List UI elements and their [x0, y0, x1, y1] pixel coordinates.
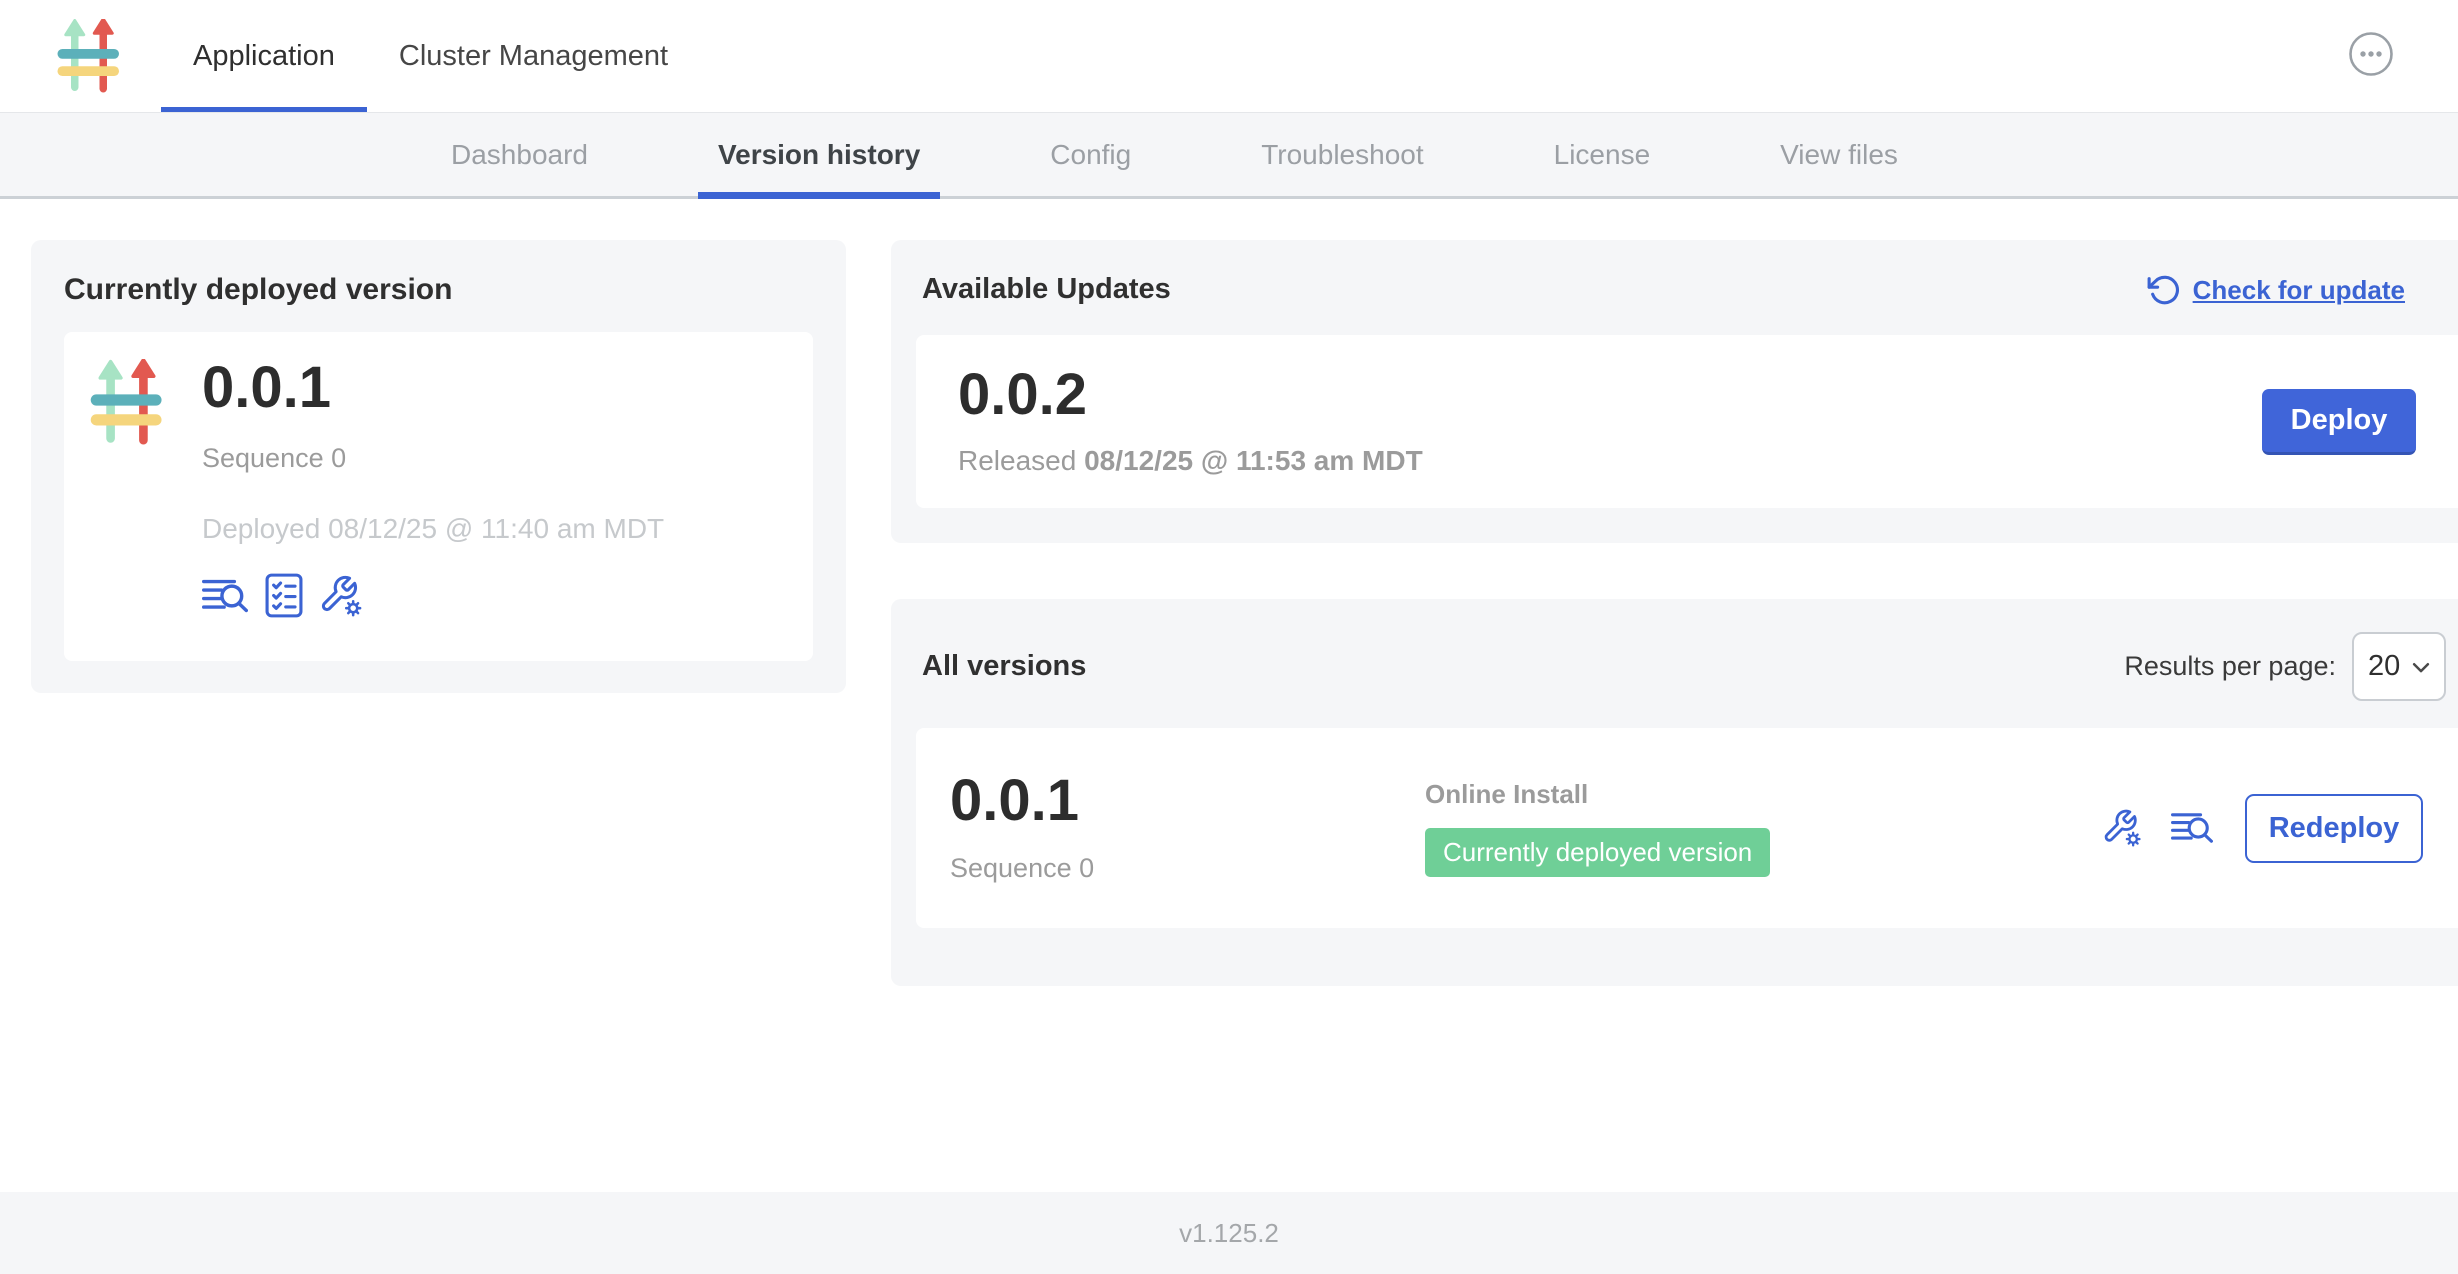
- app-logo-arrows-icon: [89, 359, 165, 447]
- redeploy-button[interactable]: Redeploy: [2245, 794, 2423, 863]
- subnav-tab-license[interactable]: License: [1534, 113, 1671, 196]
- config-wrench-icon[interactable]: [2103, 808, 2143, 848]
- subnav-tab-version-history-label: Version history: [718, 139, 920, 171]
- overflow-menu-button[interactable]: [2348, 31, 2394, 77]
- release-diff-icon[interactable]: [202, 575, 248, 617]
- app-logo: [56, 19, 122, 94]
- all-versions-title: All versions: [922, 650, 1086, 683]
- release-diff-icon[interactable]: [2171, 809, 2213, 847]
- results-per-page-value: 20: [2368, 650, 2400, 683]
- version-row-actions: Redeploy: [2103, 794, 2423, 863]
- tab-cluster-management-label: Cluster Management: [399, 40, 668, 73]
- ellipsis-circle-icon: [2348, 31, 2394, 77]
- top-nav-bar: Application Cluster Management: [0, 0, 2458, 113]
- subnav-tab-troubleshoot-label: Troubleshoot: [1261, 139, 1423, 171]
- app-subnav: Dashboard Version history Config Trouble…: [0, 113, 2458, 199]
- console-version: v1.125.2: [1179, 1218, 1279, 1249]
- preflight-checks-icon[interactable]: [265, 573, 303, 618]
- subnav-tab-version-history[interactable]: Version history: [698, 113, 940, 196]
- tab-application-label: Application: [193, 40, 335, 73]
- deployed-timestamp: Deployed 08/12/25 @ 11:40 am MDT: [202, 513, 664, 545]
- version-row: 0.0.1 Sequence 0 Online Install Currentl…: [916, 728, 2458, 928]
- check-for-update-label: Check for update: [2193, 275, 2405, 306]
- results-per-page-select[interactable]: 20: [2352, 632, 2446, 701]
- currently-deployed-card: Currently deployed version 0.0.1 Sequenc…: [31, 240, 846, 693]
- app-logo: [89, 359, 165, 447]
- install-type-label: Online Install: [1425, 779, 2103, 810]
- check-for-update-link[interactable]: Check for update: [2147, 273, 2405, 307]
- chevron-down-icon: [2410, 656, 2432, 678]
- available-updates-card: Available Updates Check for update 0.0.2…: [891, 240, 2458, 543]
- deployed-sequence: Sequence 0: [202, 443, 664, 474]
- currently-deployed-inner-card: 0.0.1 Sequence 0 Deployed 08/12/25 @ 11:…: [64, 332, 813, 661]
- released-date: 08/12/25 @ 11:53 am MDT: [1084, 445, 1423, 476]
- subnav-tab-dashboard-label: Dashboard: [451, 139, 588, 171]
- available-updates-title: Available Updates: [922, 273, 1171, 306]
- version-history-page: Currently deployed version 0.0.1 Sequenc…: [0, 199, 2458, 1192]
- version-row-info: 0.0.1 Sequence 0: [950, 772, 1425, 884]
- config-wrench-icon[interactable]: [320, 574, 364, 618]
- app-logo-arrows-icon: [56, 19, 122, 94]
- row-sequence: Sequence 0: [950, 853, 1425, 884]
- updates-column: Available Updates Check for update 0.0.2…: [891, 240, 2458, 1192]
- subnav-tab-view-files[interactable]: View files: [1760, 113, 1918, 196]
- refresh-icon: [2147, 273, 2181, 307]
- results-per-page: Results per page: 20: [2124, 632, 2446, 701]
- deployed-version-number: 0.0.1: [202, 359, 664, 417]
- deployed-version-info: 0.0.1 Sequence 0 Deployed 08/12/25 @ 11:…: [202, 359, 664, 634]
- subnav-tab-dashboard[interactable]: Dashboard: [431, 113, 608, 196]
- subnav-tab-config[interactable]: Config: [1030, 113, 1151, 196]
- tab-application[interactable]: Application: [161, 0, 367, 112]
- top-tabs: Application Cluster Management: [161, 0, 700, 112]
- results-per-page-label: Results per page:: [2124, 651, 2336, 682]
- deploy-button[interactable]: Deploy: [2262, 389, 2416, 455]
- released-prefix: Released: [958, 445, 1076, 476]
- subnav-tab-view-files-label: View files: [1780, 139, 1898, 171]
- page-footer: v1.125.2: [0, 1192, 2458, 1274]
- update-version-number: 0.0.2: [958, 366, 1423, 424]
- all-versions-card: All versions Results per page: 20 0.0.1 …: [891, 599, 2458, 986]
- tab-cluster-management[interactable]: Cluster Management: [367, 0, 700, 112]
- version-row-status: Online Install Currently deployed versio…: [1425, 779, 2103, 877]
- subnav-tab-troubleshoot[interactable]: Troubleshoot: [1241, 113, 1443, 196]
- update-released-timestamp: Released 08/12/25 @ 11:53 am MDT: [958, 445, 1423, 477]
- row-version-number: 0.0.1: [950, 772, 1425, 830]
- deployed-actions: [202, 573, 664, 618]
- currently-deployed-title: Currently deployed version: [64, 273, 813, 307]
- subnav-tab-license-label: License: [1554, 139, 1651, 171]
- currently-deployed-badge: Currently deployed version: [1425, 828, 1770, 877]
- available-update-row: 0.0.2 Released 08/12/25 @ 11:53 am MDT D…: [916, 335, 2458, 508]
- update-info: 0.0.2 Released 08/12/25 @ 11:53 am MDT: [958, 366, 1423, 477]
- subnav-tab-config-label: Config: [1050, 139, 1131, 171]
